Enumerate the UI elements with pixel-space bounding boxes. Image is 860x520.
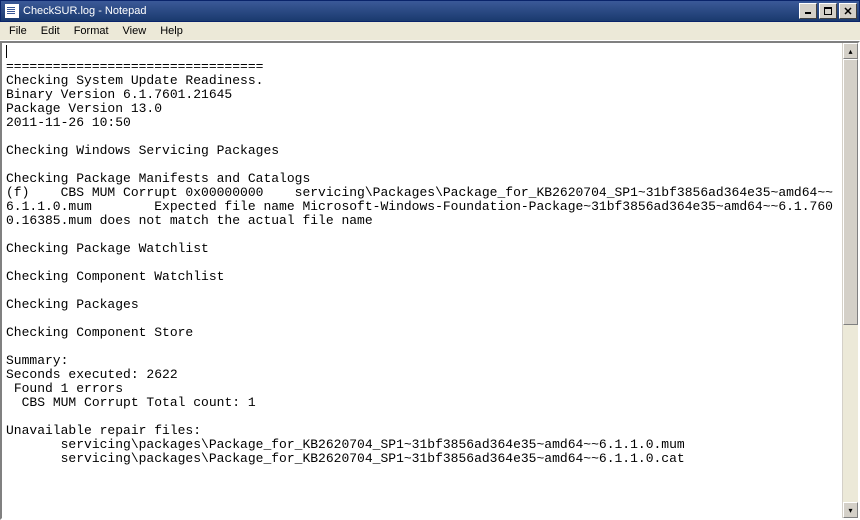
vertical-scrollbar[interactable]: ▴ ▾ bbox=[842, 43, 858, 518]
menu-format[interactable]: Format bbox=[67, 23, 116, 39]
menu-file[interactable]: File bbox=[2, 23, 34, 39]
close-button[interactable] bbox=[839, 3, 857, 19]
menu-edit[interactable]: Edit bbox=[34, 23, 67, 39]
maximize-button[interactable] bbox=[819, 3, 837, 19]
menu-help[interactable]: Help bbox=[153, 23, 190, 39]
editor-container: ================================= Checki… bbox=[0, 41, 860, 520]
window-controls bbox=[799, 3, 857, 19]
scroll-track[interactable] bbox=[843, 59, 858, 502]
notepad-icon bbox=[5, 4, 19, 18]
text-area[interactable]: ================================= Checki… bbox=[2, 43, 842, 518]
menubar: File Edit Format View Help bbox=[0, 22, 860, 41]
scroll-down-button[interactable]: ▾ bbox=[843, 502, 858, 518]
scroll-thumb[interactable] bbox=[843, 59, 858, 325]
scroll-up-button[interactable]: ▴ bbox=[843, 43, 858, 59]
menu-view[interactable]: View bbox=[116, 23, 154, 39]
titlebar[interactable]: CheckSUR.log - Notepad bbox=[0, 0, 860, 22]
minimize-button[interactable] bbox=[799, 3, 817, 19]
text-cursor bbox=[6, 45, 7, 58]
window-title: CheckSUR.log - Notepad bbox=[23, 5, 799, 17]
